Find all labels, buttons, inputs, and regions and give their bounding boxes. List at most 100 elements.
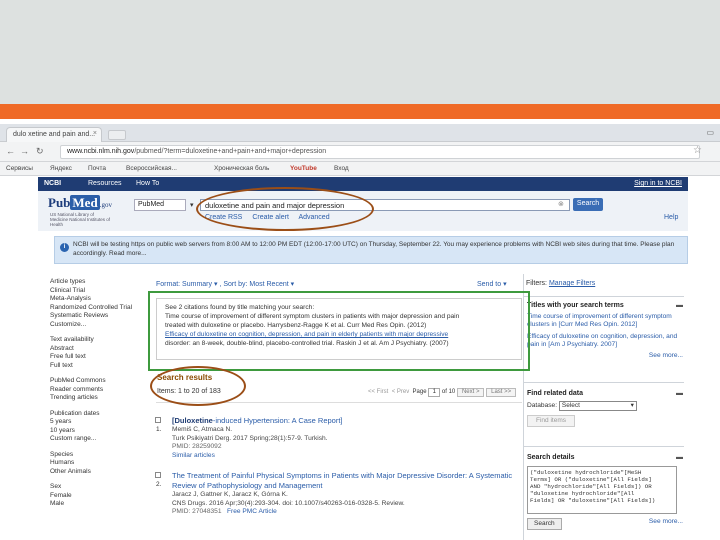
see-more-link[interactable]: See more... [649,518,683,527]
filter-heading: Article types [50,278,86,285]
filter-link[interactable]: Meta-Analysis [50,295,145,304]
howto-menu[interactable]: How To [136,180,159,187]
next-button[interactable]: Next > [456,388,485,397]
title-link[interactable]: Efficacy of duloxetine on cognition, dep… [527,333,683,350]
details-search-button[interactable]: Search [527,517,562,530]
pubmed-logo[interactable]: Pub Med .gov [48,195,112,211]
filter-link[interactable]: Female [50,492,145,501]
results-toolbar: Format: Summary ▾ , Sort by: Most Recent… [156,281,295,288]
tab-bar: dulo xetine and pain and... × ▭ [0,124,720,142]
url-input[interactable]: www.ncbi.nlm.nih.gov/pubmed/?term=duloxe… [60,145,700,159]
close-icon[interactable]: × [93,130,97,137]
bookmark-item[interactable]: Вход [334,165,349,172]
bookmark-item[interactable]: Всероссийская... [126,165,177,172]
bookmarks-bar: Сервисы Яндекс Почта Всероссийская... Хр… [0,162,720,176]
filter-link[interactable]: Systematic Reviews [50,312,145,321]
info-icon: i [60,243,69,252]
filter-sidebar: Article types Clinical Trial Meta-Analys… [50,278,145,516]
collapse-icon[interactable]: ▬ [676,302,683,311]
related-database-select[interactable]: Select ▾ [558,400,637,411]
pager-prev[interactable]: < Prev [392,389,410,395]
filter-link[interactable]: 5 years [50,418,145,427]
citation-title-line2[interactable]: Review of Pathophysiology and Management [172,481,520,491]
bookmark-item[interactable]: Почта [88,165,106,172]
filters-bar: Filters: Manage Filters [526,280,595,287]
find-items-button[interactable]: Find items [527,414,575,427]
related-data-panel: ▬ Find related data Database: Select ▾ Fi… [527,390,683,427]
citation-pmid: PMID: 28259092 [172,443,222,450]
forward-arrow-icon[interactable]: → [20,146,29,156]
citation-row: 2. The Treatment of Painful Physical Sym… [155,471,520,517]
filter-link[interactable]: Abstract [50,345,145,354]
database-select[interactable]: PubMed [134,199,186,211]
free-pmc-link[interactable]: Free PMC Article [227,508,277,515]
filter-group-species: Species Humans Other Animals [50,451,145,477]
collapse-icon[interactable]: ▬ [676,390,683,399]
page-input[interactable]: 1 [428,388,441,397]
back-arrow-icon[interactable]: ← [6,146,15,156]
filter-link[interactable]: Reader comments [50,386,145,395]
citation-title[interactable]: [Duloxetine-induced Hypertension: A Case… [172,416,520,426]
logo-pub: Pub [48,195,71,210]
filter-link[interactable]: Humans [50,459,145,468]
send-to-menu[interactable]: Send to ▾ [477,280,507,288]
filter-link[interactable]: Custom range... [50,435,145,444]
related-heading: Find related data [527,390,584,397]
bookmark-star-icon[interactable]: ☆ [693,145,702,156]
title-link[interactable]: Time course of improvement of different … [527,313,683,330]
tab-title: dulo xetine and pain and... [13,131,96,138]
filter-link[interactable]: Customize... [50,321,145,330]
sort-menu[interactable]: Sort by: Most Recent [223,281,288,288]
filter-link[interactable]: Trending articles [50,394,145,403]
slide-title-area [0,0,720,104]
filter-link[interactable]: Free full text [50,353,145,362]
bookmark-item[interactable]: YouTube [290,165,317,172]
citation-pmid: PMID: 27048351 [172,508,222,515]
citation-journal: CNS Drugs. 2016 Apr;30(4):293-304. doi: … [172,499,405,507]
search-details-panel: ▬ Search details ("duloxetine hydrochlor… [527,454,683,530]
maintenance-notice: i NCBI will be testing https on public w… [54,236,688,264]
citation-authors: Jaracz J, Gattner K, Jaracz K, Górna K. [172,491,288,498]
collapse-icon[interactable]: ▬ [676,454,683,463]
new-tab-button[interactable] [108,130,126,140]
help-link[interactable]: Help [664,214,678,221]
filter-link[interactable]: Male [50,500,145,509]
window-controls-icon[interactable]: ▭ [706,128,714,137]
similar-articles-link[interactable]: Similar articles [172,452,520,461]
filter-group-text-availability: Text availability Abstract Free full tex… [50,336,145,370]
citation-title[interactable]: The Treatment of Painful Physical Sympto… [172,471,520,481]
reload-icon[interactable]: ↻ [36,146,44,157]
filter-heading: Species [50,450,74,458]
manage-filters-link[interactable]: Manage Filters [549,280,595,287]
bookmark-item[interactable]: Яндекс [50,165,72,172]
ncbi-brand[interactable]: NCBI [44,180,61,187]
format-menu[interactable]: Format: Summary [156,281,212,288]
citation-checkbox[interactable] [155,417,161,423]
filter-link[interactable]: 10 years [50,427,145,436]
see-more-link[interactable]: See more... [527,352,683,361]
pager: << First < Prev Page 1 of 10 Next > Last… [368,388,517,397]
filter-link[interactable]: Other Animals [50,468,145,477]
chevron-down-icon[interactable]: ▾ [190,201,194,209]
logo-gov: .gov [99,201,112,209]
clear-search-icon[interactable]: ⊗ [558,200,564,208]
browser-tab[interactable]: dulo xetine and pain and... × [6,127,102,142]
bookmark-item[interactable]: Хроническая боль [214,165,269,172]
logo-med: Med [70,195,100,210]
last-button[interactable]: Last >> [486,388,517,397]
address-bar: ← → ↻ www.ncbi.nlm.nih.gov/pubmed/?term=… [0,142,720,162]
filter-heading: Publication dates [50,409,100,417]
pager-first[interactable]: << First [368,389,388,395]
citation-checkbox[interactable] [155,472,161,478]
search-button[interactable]: Search [573,198,603,211]
search-details-textarea[interactable]: ("duloxetine hydrochloride"[MeSH Terms] … [527,465,677,514]
right-divider [524,446,684,447]
bookmark-item[interactable]: Сервисы [6,165,33,172]
citation-pmid-line: PMID: 27048351 Free PMC Article [172,508,520,517]
filter-link[interactable]: Randomized Controlled Trial [50,304,145,313]
sign-in-link[interactable]: Sign in to NCBI [634,180,682,187]
chevron-down-icon: ▾ [630,401,634,409]
resources-menu[interactable]: Resources [88,180,121,187]
filter-link[interactable]: Clinical Trial [50,287,145,296]
filter-link[interactable]: Full text [50,362,145,371]
